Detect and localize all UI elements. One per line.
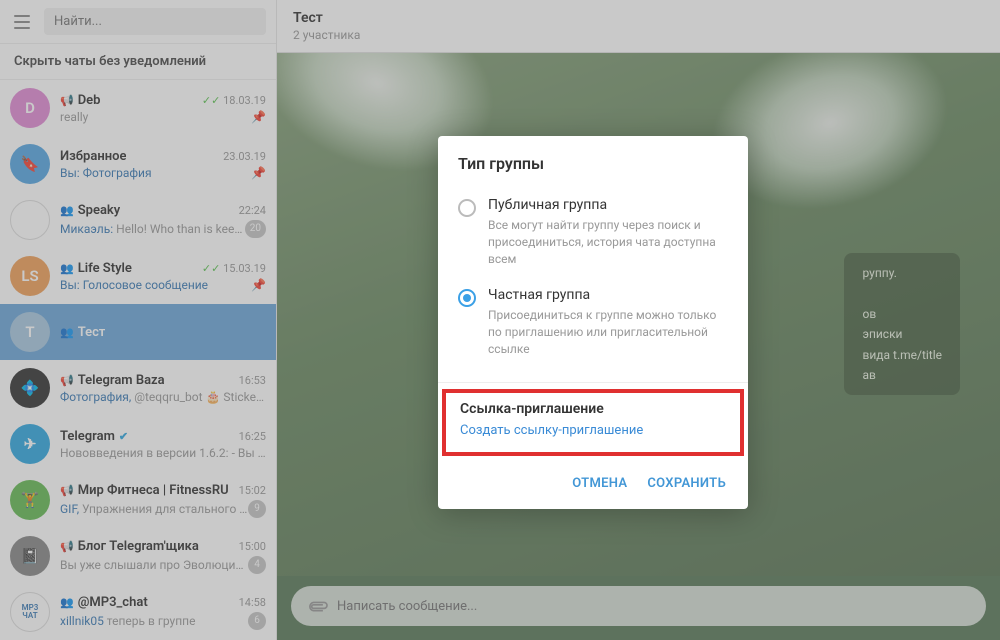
- cancel-button[interactable]: ОТМЕНА: [572, 476, 627, 491]
- radio-description: Присоединиться к группе можно только по …: [488, 307, 728, 357]
- invite-link-title: Ссылка-приглашение: [460, 401, 726, 417]
- radio-icon: [458, 289, 476, 307]
- invite-link-section: Ссылка-приглашение Создать ссылку-пригла…: [442, 389, 744, 456]
- radio-label: Публичная группа: [488, 197, 728, 213]
- save-button[interactable]: СОХРАНИТЬ: [647, 476, 726, 491]
- app-root: Скрыть чаты без уведомлений D 📢Deb ✓✓ 18…: [0, 0, 1000, 640]
- radio-group: Публичная группа Все могут найти группу …: [438, 185, 748, 374]
- radio-private-group[interactable]: Частная группа Присоединиться к группе м…: [458, 279, 728, 369]
- separator: [438, 382, 748, 383]
- modal-title: Тип группы: [438, 136, 748, 185]
- radio-public-group[interactable]: Публичная группа Все могут найти группу …: [458, 189, 728, 279]
- group-type-modal: Тип группы Публичная группа Все могут на…: [438, 136, 748, 509]
- create-invite-link[interactable]: Создать ссылку-приглашение: [460, 423, 726, 438]
- modal-actions: ОТМЕНА СОХРАНИТЬ: [438, 460, 748, 509]
- radio-label: Частная группа: [488, 287, 728, 303]
- radio-icon: [458, 199, 476, 217]
- radio-description: Все могут найти группу через поиск и при…: [488, 217, 728, 267]
